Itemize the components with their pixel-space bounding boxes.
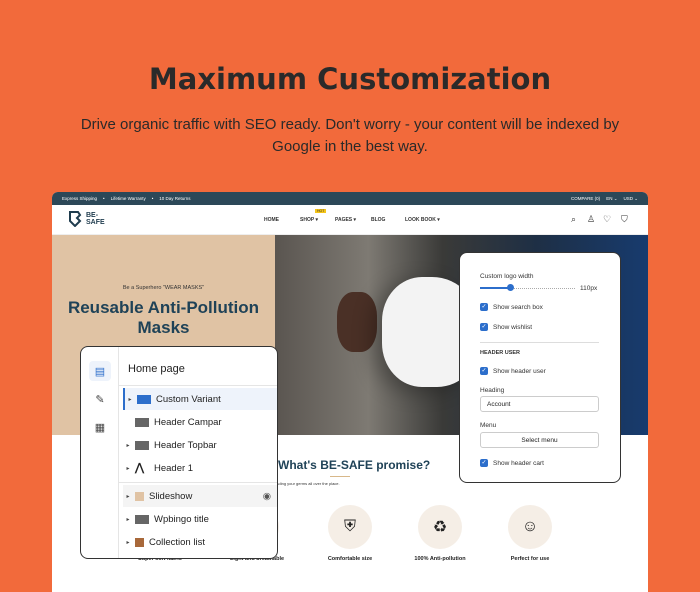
nav-lookbook[interactable]: LOOK BOOK ▾ bbox=[405, 217, 440, 223]
divider bbox=[119, 482, 277, 483]
divider bbox=[330, 476, 350, 477]
store-nav: BE-SAFE HOT HOME SHOP ▾ PAGES ▾ BLOG LOO… bbox=[52, 205, 648, 235]
language-select[interactable]: EN ⌄ bbox=[606, 196, 617, 202]
topbar-dot: • bbox=[151, 196, 154, 201]
show-wishlist-checkbox[interactable]: ✓ Show wishlist bbox=[480, 323, 532, 331]
topbar-text: 10 Day Returns bbox=[159, 196, 191, 201]
section-label: Wpbingo title bbox=[154, 513, 209, 525]
currency-select[interactable]: USD ⌄ bbox=[623, 196, 638, 202]
eye-icon[interactable]: ◉ bbox=[263, 491, 271, 502]
section-label: Header 1 bbox=[154, 462, 194, 474]
expand-icon[interactable]: ▸ bbox=[123, 493, 133, 500]
compare-link[interactable]: COMPARE (0) bbox=[571, 196, 600, 202]
theme-brush-icon[interactable]: ✎ bbox=[89, 389, 111, 409]
section-icon bbox=[135, 417, 149, 427]
page-subtitle: Drive organic traffic with SEO ready. Do… bbox=[80, 116, 620, 155]
wishlist-icon[interactable]: ♡ bbox=[603, 214, 611, 225]
store-topbar: Express Shipping • Lifetime Warranty • 1… bbox=[52, 192, 648, 205]
section-label: Slideshow bbox=[149, 490, 193, 502]
editor-rail: ▤ ✎ ▦ bbox=[81, 347, 119, 558]
hero-tagline: Be a Superhero "WEAR MASKS" bbox=[122, 285, 205, 291]
checkbox-label: Show header cart bbox=[493, 459, 544, 467]
shield-logo-icon bbox=[69, 211, 82, 227]
recycle-icon: ♻ bbox=[418, 505, 462, 549]
person-mask-icon: ☺ bbox=[508, 505, 552, 549]
logo-width-label: Custom logo width bbox=[480, 273, 534, 280]
sections-icon[interactable]: ▤ bbox=[89, 361, 111, 381]
apps-icon[interactable]: ▦ bbox=[89, 417, 111, 437]
section-icon bbox=[135, 514, 149, 524]
topbar-text: Lifetime Warranty bbox=[110, 196, 146, 201]
divider bbox=[119, 385, 277, 386]
checkbox-checked-icon[interactable]: ✓ bbox=[480, 367, 488, 375]
heading-input[interactable]: Account bbox=[480, 396, 599, 412]
section-item-collection-list[interactable]: ▸ Collection list bbox=[123, 531, 277, 553]
divider bbox=[480, 342, 599, 343]
promise-title: What's BE-SAFE promise? bbox=[278, 458, 431, 472]
select-menu-button[interactable]: Select menu bbox=[480, 432, 599, 448]
panel-heading: Home page bbox=[128, 363, 185, 375]
page-title: Maximum Customization bbox=[148, 62, 552, 96]
hero-heading: Reusable Anti-Pollution Masks bbox=[67, 298, 260, 337]
show-search-checkbox[interactable]: ✓ Show search box bbox=[480, 303, 543, 311]
sections-panel: ▤ ✎ ▦ Home page ▸ Custom Variant Header C… bbox=[80, 346, 278, 559]
logo-width-value: 110px bbox=[580, 285, 598, 292]
header-user-heading: HEADER USER bbox=[480, 350, 521, 356]
slider-handle[interactable] bbox=[507, 284, 514, 291]
nav-pages[interactable]: PAGES ▾ bbox=[335, 217, 356, 223]
search-icon[interactable]: ⌕ bbox=[571, 214, 576, 225]
store-logo[interactable]: BE-SAFE bbox=[68, 211, 105, 227]
expand-icon[interactable]: ▸ bbox=[125, 396, 135, 403]
checkbox-checked-icon[interactable]: ✓ bbox=[480, 303, 488, 311]
section-item-header-campar[interactable]: Header Campar bbox=[123, 411, 277, 433]
section-item-header-topbar[interactable]: ▸ Header Topbar bbox=[123, 434, 277, 456]
mask-icon: ⛨ bbox=[328, 505, 372, 549]
settings-panel: Custom logo width 110px ✓ Show search box… bbox=[459, 252, 621, 483]
expand-icon[interactable]: ▸ bbox=[123, 442, 133, 449]
expand-icon[interactable]: ▸ bbox=[123, 465, 133, 472]
section-icon bbox=[135, 440, 149, 450]
section-label: Header Campar bbox=[154, 416, 222, 428]
checkbox-label: Show wishlist bbox=[493, 323, 533, 331]
nav-home[interactable]: HOME bbox=[264, 217, 279, 223]
image-icon bbox=[135, 537, 144, 547]
cart-icon[interactable]: ⛉ bbox=[621, 214, 628, 225]
logo-icon: ⋀ bbox=[135, 461, 145, 474]
nav-shop[interactable]: SHOP ▾ bbox=[300, 217, 318, 223]
checkbox-label: Show header user bbox=[493, 367, 546, 375]
feature-label: 100% Anti-pollution bbox=[414, 556, 466, 562]
section-item-custom-variant[interactable]: ▸ Custom Variant bbox=[123, 388, 277, 410]
nav-blog[interactable]: BLOG bbox=[371, 217, 385, 223]
section-label: Collection list bbox=[149, 536, 205, 548]
menu-label: Menu bbox=[480, 422, 497, 429]
section-item-header-1[interactable]: ▸ ⋀ Header 1 bbox=[123, 457, 277, 479]
section-item-slideshow[interactable]: ▸ Slideshow ◉ bbox=[123, 485, 277, 507]
section-icon bbox=[137, 394, 151, 404]
checkbox-label: Show search box bbox=[493, 303, 543, 311]
heading-label: Heading bbox=[480, 387, 505, 394]
feature-label: Comfortable size bbox=[327, 556, 373, 562]
show-cart-checkbox[interactable]: ✓ Show header cart bbox=[480, 459, 544, 467]
show-user-checkbox[interactable]: ✓ Show header user bbox=[480, 367, 546, 375]
checkbox-checked-icon[interactable]: ✓ bbox=[480, 323, 488, 331]
section-item-wpbingo-title[interactable]: ▸ Wpbingo title bbox=[123, 508, 277, 530]
feature-label: Perfect for use bbox=[510, 556, 550, 562]
logo-text: BE-SAFE bbox=[86, 212, 105, 226]
expand-icon[interactable]: ▸ bbox=[123, 539, 133, 546]
hot-badge: HOT bbox=[315, 209, 327, 213]
section-label: Header Topbar bbox=[154, 439, 217, 451]
expand-icon[interactable]: ▸ bbox=[123, 516, 133, 523]
user-icon[interactable]: ♙ bbox=[587, 214, 595, 225]
checkbox-checked-icon[interactable]: ✓ bbox=[480, 459, 488, 467]
topbar-text: Express Shipping bbox=[62, 196, 98, 201]
topbar-dot: • bbox=[103, 196, 105, 201]
hand-image bbox=[337, 292, 377, 352]
section-label: Custom Variant bbox=[156, 393, 221, 405]
image-icon bbox=[135, 491, 144, 501]
